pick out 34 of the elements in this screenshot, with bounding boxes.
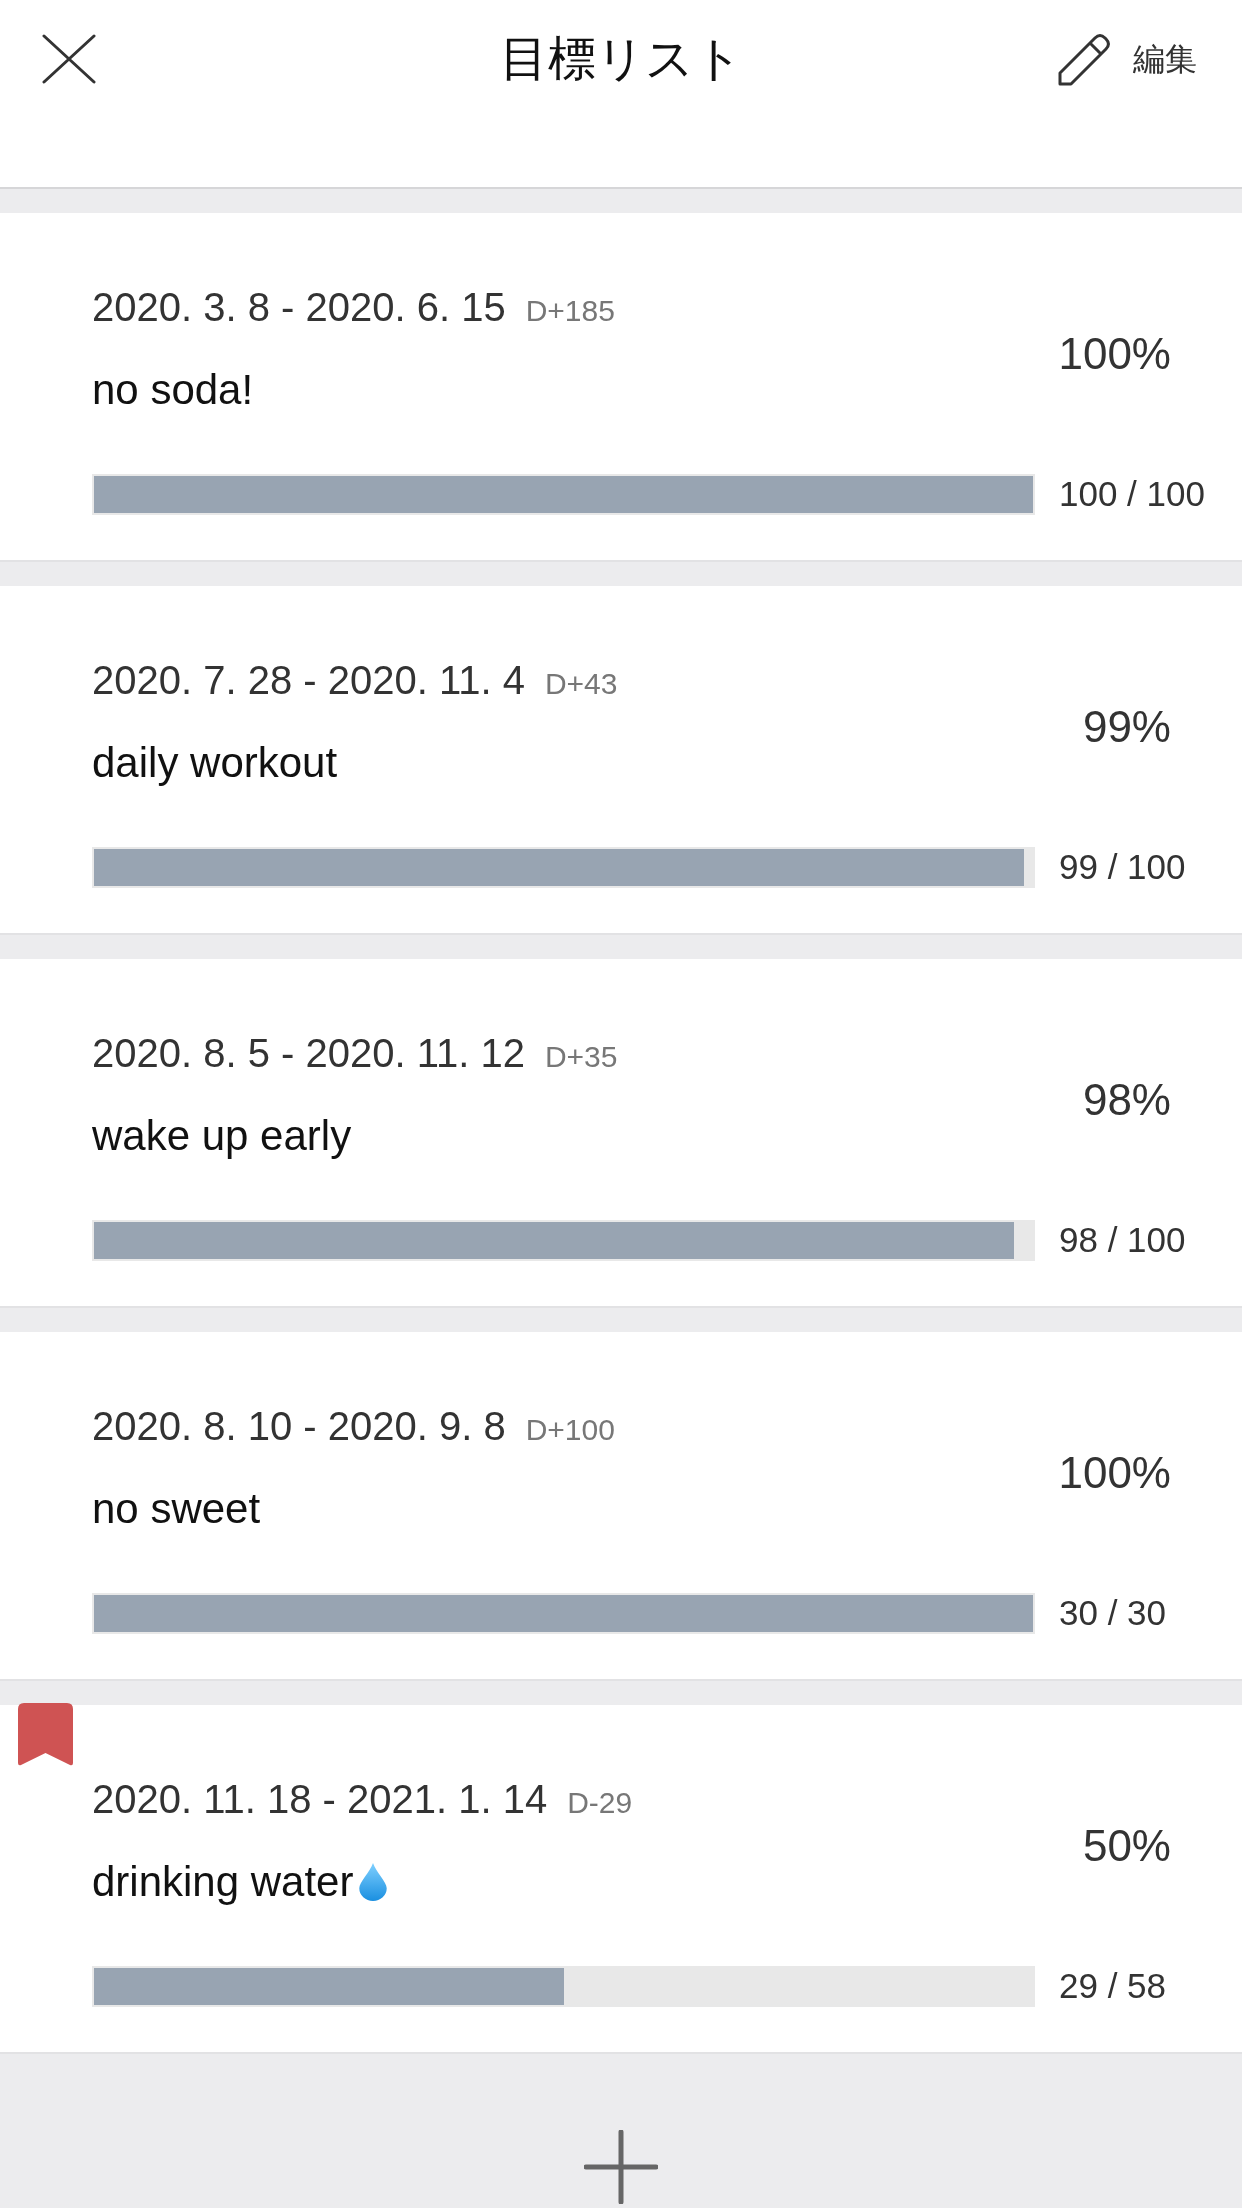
goal-title: no soda! <box>92 365 254 415</box>
day-count: D+100 <box>525 1412 615 1448</box>
day-count: D-29 <box>567 1785 633 1821</box>
percent-complete: 100% <box>1058 1447 1172 1499</box>
date-range: 2020. 11. 18 - 2021. 1. 14 <box>92 1776 548 1823</box>
goal-card[interactable]: 2020. 8. 10 - 2020. 9. 8 D+100 no sweet 100% 30 / 30 <box>0 1332 1242 1681</box>
date-range: 2020. 3. 8 - 2020. 6. 15 <box>92 284 506 331</box>
goal-title: drinking water <box>92 1857 354 1907</box>
edit-button[interactable]: 編集 <box>1056 30 1197 88</box>
day-count: D+43 <box>544 666 618 702</box>
progress-count: 29 / 58 <box>1059 1965 1167 2007</box>
date-range: 2020. 8. 5 - 2020. 11. 12 <box>92 1030 525 1077</box>
goal-card[interactable]: 2020. 3. 8 - 2020. 6. 15 D+185 no soda! 100% 100 / 100 <box>0 213 1242 562</box>
date-range: 2020. 8. 10 - 2020. 9. 8 <box>92 1403 506 1450</box>
goal-title: no sweet <box>92 1484 261 1534</box>
close-icon[interactable] <box>42 34 96 84</box>
goal-card[interactable]: 2020. 11. 18 - 2021. 1. 14 D-29 drinking water 50% 29 / 58 <box>0 1705 1242 2054</box>
percent-complete: 50% <box>1082 1820 1172 1872</box>
goal-title: daily workout <box>92 738 338 788</box>
percent-complete: 98% <box>1082 1074 1172 1126</box>
progress-count: 98 / 100 <box>1059 1219 1186 1261</box>
goal-card[interactable]: 2020. 7. 28 - 2020. 11. 4 D+43 daily workout 99% 99 / 100 <box>0 586 1242 935</box>
day-count: D+185 <box>525 293 615 329</box>
add-icon[interactable] <box>584 2130 658 2204</box>
percent-complete: 100% <box>1058 328 1172 380</box>
progress-count: 100 / 100 <box>1059 473 1205 515</box>
day-count: D+35 <box>544 1039 618 1075</box>
progress-count: 30 / 30 <box>1059 1592 1167 1634</box>
date-range: 2020. 7. 28 - 2020. 11. 4 <box>92 657 525 704</box>
percent-complete: 99% <box>1082 701 1172 753</box>
goal-title: wake up early <box>92 1111 352 1161</box>
progress-count: 99 / 100 <box>1059 846 1186 888</box>
goal-card[interactable]: 2020. 8. 5 - 2020. 11. 12 D+35 wake up early 98% 98 / 100 <box>0 959 1242 1308</box>
screen-title: 目標リスト <box>499 31 743 87</box>
